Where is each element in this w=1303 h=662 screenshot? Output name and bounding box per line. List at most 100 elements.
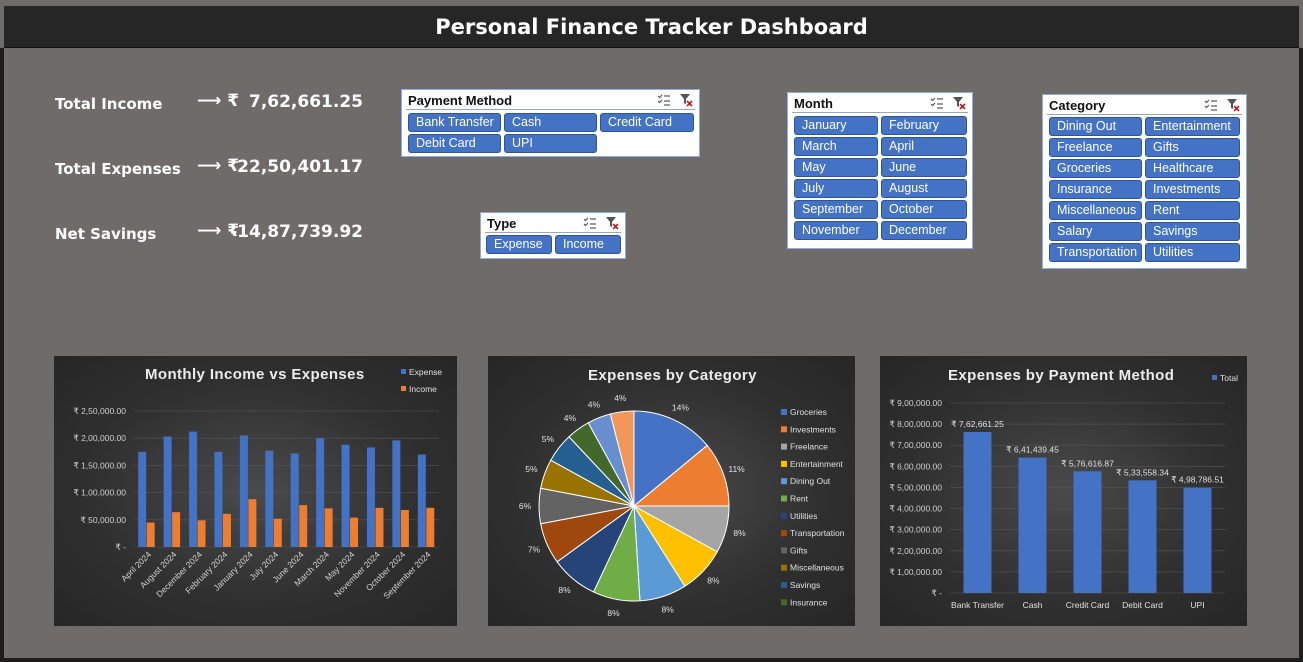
slicer-item-upi[interactable]: UPI — [504, 134, 597, 153]
slicer-item-march[interactable]: March — [794, 137, 878, 156]
bar-data-label: ₹ 5,76,616.87 — [1061, 458, 1114, 468]
slicer-item-salary[interactable]: Salary — [1049, 222, 1142, 241]
multi-select-icon[interactable] — [1204, 98, 1218, 112]
bar-income — [146, 522, 155, 547]
slicer-item-rent[interactable]: Rent — [1145, 201, 1240, 220]
x-tick-label: UPI — [1190, 600, 1204, 610]
slicer-item-income[interactable]: Income — [555, 235, 621, 254]
slicer-item-entertainment[interactable]: Entertainment — [1145, 117, 1240, 136]
kpi-value: 22,50,401.17 — [237, 157, 363, 177]
legend-swatch — [781, 530, 787, 537]
slicer-item-december[interactable]: December — [881, 221, 967, 240]
pie-data-label: 4% — [564, 413, 577, 423]
y-tick-label: ₹ 4,00,000.00 — [889, 504, 942, 514]
slicer-item-freelance[interactable]: Freelance — [1049, 138, 1142, 157]
slicer-item-transportation[interactable]: Transportation — [1049, 243, 1142, 262]
clear-filter-icon[interactable] — [679, 93, 693, 107]
slicer-item-november[interactable]: November — [794, 221, 878, 240]
y-tick-label: ₹ 1,00,000.00 — [889, 567, 942, 577]
slicer-type: Type Expense Income — [480, 212, 626, 259]
slicer-item-january[interactable]: January — [794, 116, 878, 135]
slicer-item-gifts[interactable]: Gifts — [1145, 138, 1240, 157]
bar-income — [299, 505, 308, 547]
bar-income — [375, 507, 384, 547]
slicer-item-savings[interactable]: Savings — [1145, 222, 1240, 241]
y-tick-label: ₹ 2,00,000.00 — [889, 546, 942, 556]
multi-select-icon[interactable] — [930, 96, 944, 110]
chart-expenses-by-payment-method[interactable]: ₹ - ₹ 1,00,000.00 ₹ 2,00,000.00 ₹ 3,00,000.… — [880, 356, 1247, 626]
legend-swatch — [781, 495, 787, 502]
pie-data-label: 11% — [728, 464, 745, 474]
slicer-item-insurance[interactable]: Insurance — [1049, 180, 1142, 199]
slicer-item-expense[interactable]: Expense — [486, 235, 552, 254]
clear-filter-icon[interactable] — [1226, 98, 1240, 112]
slicer-item-june[interactable]: June — [881, 158, 967, 177]
kpi-value: 7,62,661.25 — [248, 92, 363, 112]
slicer-item-may[interactable]: May — [794, 158, 878, 177]
bar-income — [426, 507, 435, 547]
x-tick-label: Debit Card — [1122, 600, 1163, 610]
pie-data-label: 8% — [607, 608, 620, 618]
y-tick-label: ₹ 8,00,000.00 — [889, 419, 942, 429]
chart-expenses-by-category[interactable]: 14% 11% 8% 8% 8% 8% 8% 7% 6% 5% 5% 4% 4% 4% Groceries I… — [488, 356, 855, 626]
legend-swatch — [781, 547, 787, 554]
legend-label: Groceries — [790, 407, 827, 417]
slicer-item-debit-card[interactable]: Debit Card — [408, 134, 501, 153]
clear-filter-icon[interactable] — [605, 216, 619, 230]
dashboard-canvas: Personal Finance Tracker Dashboard Total… — [0, 0, 1303, 662]
y-tick-label: ₹ 5,00,000.00 — [889, 482, 942, 492]
legend-swatch — [781, 564, 787, 571]
slicer-item-september[interactable]: September — [794, 200, 878, 219]
slicer-item-august[interactable]: August — [881, 179, 967, 198]
slicer-item-bank-transfer[interactable]: Bank Transfer — [408, 113, 501, 132]
bar-total — [1183, 487, 1212, 593]
bar-income — [324, 508, 333, 547]
slicer-item-utilities[interactable]: Utilities — [1145, 243, 1240, 262]
bar-data-label: ₹ 7,62,661.25 — [951, 419, 1004, 429]
slicer-item-february[interactable]: February — [881, 116, 967, 135]
slicer-item-dining-out[interactable]: Dining Out — [1049, 117, 1142, 136]
legend-swatch — [781, 599, 787, 606]
y-tick-label: ₹ 2,50,000.00 — [73, 406, 126, 416]
slicer-item-july[interactable]: July — [794, 179, 878, 198]
right-border — [1299, 48, 1303, 662]
bar-expense — [214, 451, 223, 547]
legend-label: Expense — [409, 367, 442, 377]
x-tick-label: September 2024 — [381, 549, 433, 601]
kpi-value: -14,87,739.92 — [230, 222, 363, 242]
bar-income — [350, 517, 359, 547]
slicer-item-miscellaneous[interactable]: Miscellaneous — [1049, 201, 1142, 220]
legend-label: Miscellaneous — [790, 563, 844, 573]
multi-select-icon[interactable] — [583, 216, 597, 230]
slicer-item-groceries[interactable]: Groceries — [1049, 159, 1142, 178]
legend-label: Investments — [790, 424, 836, 434]
slicer-item-april[interactable]: April — [881, 137, 967, 156]
y-tick-label: ₹ 7,00,000.00 — [889, 440, 942, 450]
chart-monthly-income-vs-expenses[interactable]: ₹ - ₹ 50,000.00 ₹ 1,00,000.00 ₹ 1,50,000.00… — [54, 356, 457, 626]
slicer-item-credit-card[interactable]: Credit Card — [600, 113, 694, 132]
multi-select-icon[interactable] — [657, 93, 671, 107]
clear-filter-icon[interactable] — [952, 96, 966, 110]
legend-label: Transportation — [790, 528, 845, 538]
bar-expense — [290, 453, 299, 547]
bar-expense — [163, 436, 172, 547]
bar-expense — [417, 454, 426, 547]
pie-data-label: 8% — [558, 585, 571, 595]
slicer-item-healthcare[interactable]: Healthcare — [1145, 159, 1240, 178]
legend-label: Freelance — [790, 442, 828, 452]
bar-expense — [239, 435, 248, 547]
bar-expense — [316, 438, 325, 547]
bar-expense — [341, 444, 350, 547]
legend-label: Insurance — [790, 597, 828, 607]
bar-total — [1018, 457, 1047, 593]
slicer-item-cash[interactable]: Cash — [504, 113, 597, 132]
slicer-item-investments[interactable]: Investments — [1145, 180, 1240, 199]
slicer-month: Month January February March April May J… — [787, 92, 973, 249]
bar-income — [400, 510, 409, 547]
legend-swatch — [781, 460, 787, 467]
y-tick-label: ₹ 2,00,000.00 — [73, 433, 126, 443]
bar-data-label: ₹ 4,98,786.51 — [1171, 475, 1224, 485]
kpi-label: Total Income — [55, 95, 163, 113]
bar-expense — [366, 447, 375, 547]
slicer-item-october[interactable]: October — [881, 200, 967, 219]
